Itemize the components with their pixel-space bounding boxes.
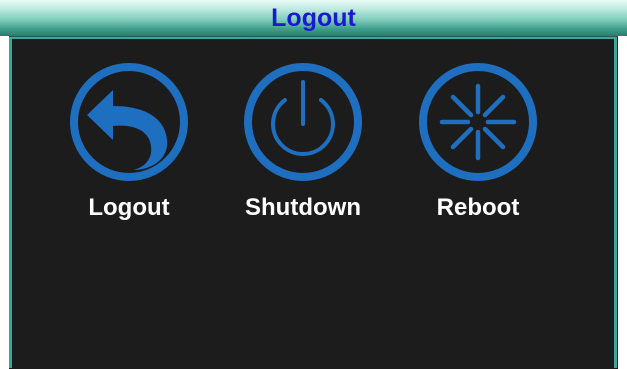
reboot-button[interactable]: Reboot xyxy=(403,60,553,221)
shutdown-button[interactable]: Shutdown xyxy=(228,60,378,221)
left-border xyxy=(0,36,9,369)
title-bar: Logout xyxy=(0,0,627,37)
power-icon xyxy=(244,63,362,181)
right-border xyxy=(618,36,627,369)
window-title: Logout xyxy=(271,4,356,32)
reboot-label: Reboot xyxy=(436,194,520,221)
shutdown-label: Shutdown xyxy=(245,194,361,221)
logout-arrow-icon xyxy=(70,63,188,181)
logout-button[interactable]: Logout xyxy=(54,60,204,221)
reboot-icon xyxy=(419,63,537,181)
logout-label: Logout xyxy=(88,194,170,221)
logout-dialog: Logout Logout Shutdown Reboot xyxy=(0,0,627,369)
